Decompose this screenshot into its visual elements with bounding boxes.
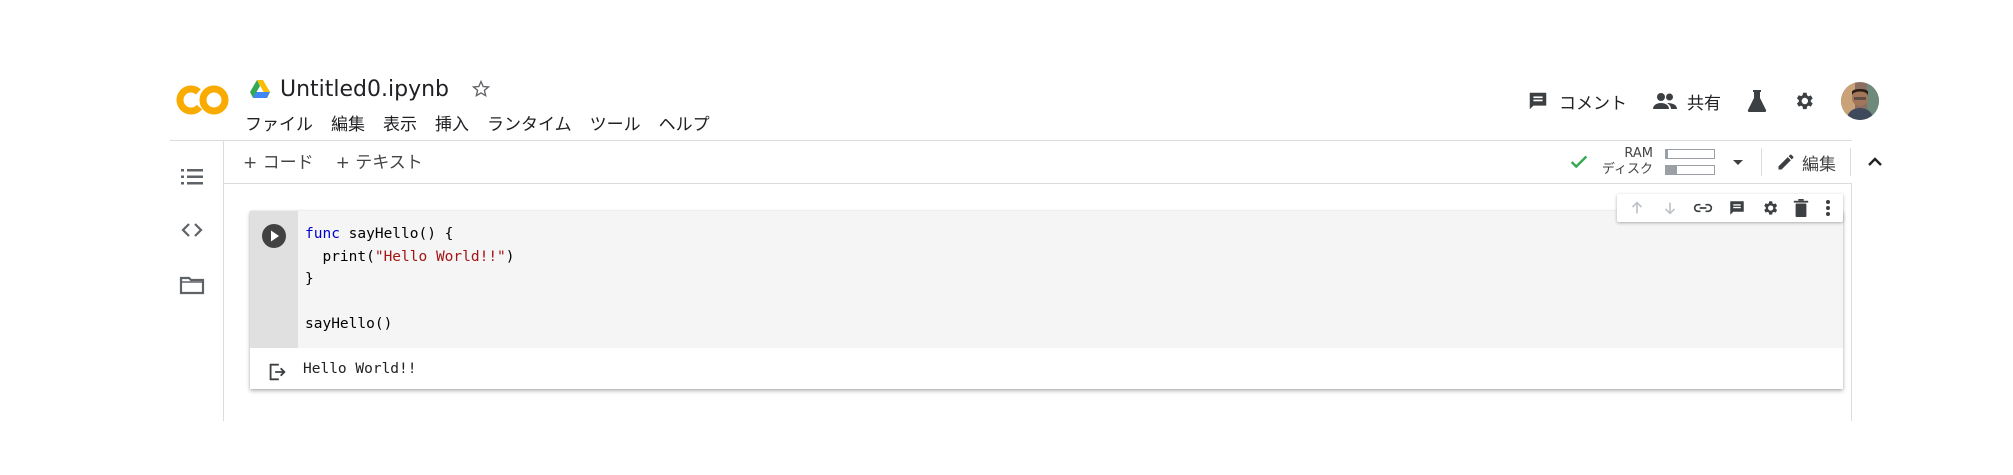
pencil-icon (1776, 152, 1796, 172)
cell-settings-icon[interactable] (1761, 199, 1779, 217)
notebook-right-border (1851, 183, 1852, 421)
comment-icon (1527, 90, 1549, 112)
resource-labels: RAM ディスク (1602, 146, 1653, 178)
disk-usage-fill (1666, 166, 1677, 174)
google-drive-icon (250, 80, 270, 98)
disk-usage-bar (1665, 165, 1715, 175)
runtime-resources[interactable]: RAM ディスク (1568, 146, 1715, 178)
menu-bar: ファイル 編集 表示 挿入 ランタイム ツール ヘルプ (245, 110, 728, 135)
colab-logo[interactable] (176, 82, 230, 118)
chevron-down-icon[interactable] (1729, 153, 1747, 171)
code-line: } (305, 271, 314, 287)
menu-file[interactable]: ファイル (245, 110, 322, 135)
cell-output: Hello World!! (303, 361, 417, 377)
code-line: print("Hello World!!") (305, 246, 515, 269)
header-divider (170, 140, 1852, 141)
comment-icon[interactable] (1728, 199, 1746, 217)
share-label: 共有 (1687, 93, 1721, 114)
toolbar-separator (1761, 148, 1762, 176)
toolbar-right: RAM ディスク 編集 (1568, 143, 1885, 181)
code-token: print( (305, 248, 375, 265)
check-icon (1568, 151, 1590, 173)
settings-icon[interactable] (1793, 90, 1815, 112)
user-avatar[interactable] (1841, 82, 1879, 120)
header-actions: コメント 共有 (1527, 82, 1879, 120)
code-token: sayHello() { (339, 226, 454, 242)
code-text[interactable]: func sayHello() { print("Hello World!!")… (305, 223, 515, 336)
add-code-cell-button[interactable]: + コード (243, 148, 314, 173)
table-of-contents-icon[interactable] (178, 163, 206, 191)
menu-insert[interactable]: 挿入 (435, 110, 478, 135)
ram-usage-bar (1665, 149, 1715, 159)
title-row: Untitled0.ipynb (250, 74, 491, 104)
more-vert-icon[interactable] (1824, 199, 1832, 217)
star-icon[interactable] (471, 79, 491, 99)
code-cell[interactable]: func sayHello() { print("Hello World!!")… (250, 211, 1843, 389)
add-text-cell-button[interactable]: + テキスト (336, 148, 423, 173)
ram-label: RAM (1624, 146, 1653, 161)
menu-edit[interactable]: 編集 (331, 110, 374, 135)
move-up-icon[interactable] (1628, 199, 1646, 217)
menu-view[interactable]: 表示 (383, 110, 426, 135)
code-token: ) (505, 248, 515, 265)
cell-editor[interactable] (298, 211, 1843, 348)
disk-label: ディスク (1601, 162, 1653, 177)
menu-runtime[interactable]: ランタイム (487, 110, 581, 135)
share-button[interactable]: 共有 (1653, 89, 1721, 114)
code-line: ​ (305, 291, 515, 314)
comment-label: コメント (1559, 93, 1627, 114)
notebook-toolbar: + コード + テキスト (243, 148, 423, 173)
output-actions-icon[interactable] (266, 361, 288, 383)
toolbar-separator (1850, 148, 1851, 176)
code-snippets-icon[interactable] (178, 216, 206, 244)
comment-button[interactable]: コメント (1527, 89, 1627, 114)
keyword-token: func (305, 226, 340, 242)
notebook-title[interactable]: Untitled0.ipynb (280, 77, 449, 102)
link-icon[interactable] (1693, 199, 1713, 217)
delete-icon[interactable] (1793, 199, 1809, 217)
folder-icon[interactable] (178, 271, 206, 299)
edit-mode-button[interactable]: 編集 (1776, 150, 1836, 175)
code-line: func sayHello() { (305, 223, 515, 246)
flask-icon[interactable] (1747, 90, 1767, 112)
menu-tools[interactable]: ツール (590, 110, 650, 135)
menu-help[interactable]: ヘルプ (659, 110, 719, 135)
move-down-icon[interactable] (1661, 199, 1679, 217)
edit-label: 編集 (1802, 154, 1836, 175)
toolbar-divider (224, 183, 1852, 184)
ram-usage-fill (1666, 150, 1668, 158)
people-icon (1653, 90, 1677, 112)
code-line: sayHello() (305, 316, 393, 332)
chevron-up-icon[interactable] (1865, 152, 1885, 172)
run-cell-button[interactable] (261, 223, 287, 249)
resource-bars (1665, 149, 1715, 175)
string-token: "Hello World!!" (374, 248, 506, 265)
cell-toolbar (1617, 194, 1843, 222)
